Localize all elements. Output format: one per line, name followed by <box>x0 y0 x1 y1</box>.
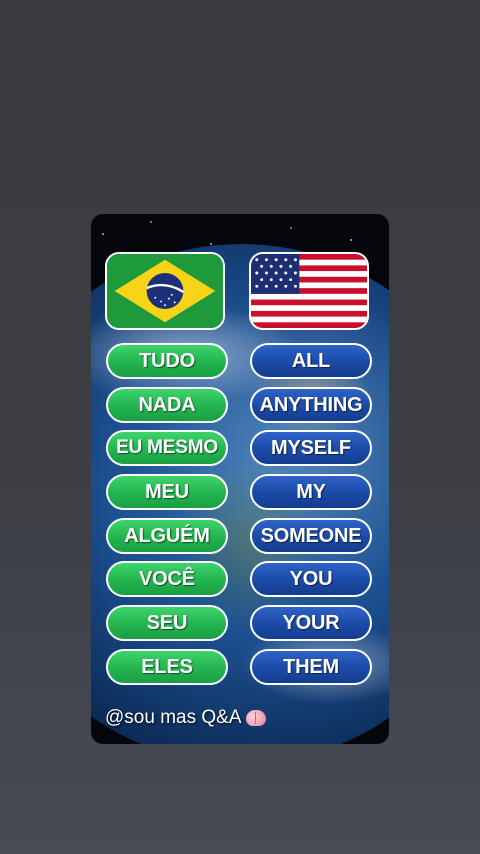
pt-word-nada: NADA <box>106 387 228 423</box>
en-word-anything: ANYTHING <box>250 387 372 423</box>
watermark-text: @sou mas Q&A <box>105 707 242 728</box>
pt-word-alguem: ALGUÉM <box>106 518 228 554</box>
en-word-all: ALL <box>250 343 372 379</box>
pt-word-seu: SEU <box>106 605 228 641</box>
pt-word-eles: ELES <box>106 649 228 685</box>
usa-flag-icon <box>249 252 369 330</box>
pt-word-eu-mesmo: EU MESMO <box>106 430 228 466</box>
en-word-them: THEM <box>250 649 372 685</box>
en-word-someone: SOMEONE <box>250 518 372 554</box>
video-card: TUDO NADA EU MESMO MEU ALGUÉM VOCÊ SEU E… <box>91 214 389 744</box>
en-word-your: YOUR <box>250 605 372 641</box>
pt-word-voce: VOCÊ <box>106 561 228 597</box>
brazil-flag-icon <box>105 252 225 330</box>
creator-watermark: @sou mas Q&A <box>105 707 266 729</box>
en-word-myself: MYSELF <box>250 430 372 466</box>
en-word-you: YOU <box>250 561 372 597</box>
pt-word-tudo: TUDO <box>106 343 228 379</box>
pt-word-meu: MEU <box>106 474 228 510</box>
brain-icon <box>245 710 266 726</box>
en-word-my: MY <box>250 474 372 510</box>
